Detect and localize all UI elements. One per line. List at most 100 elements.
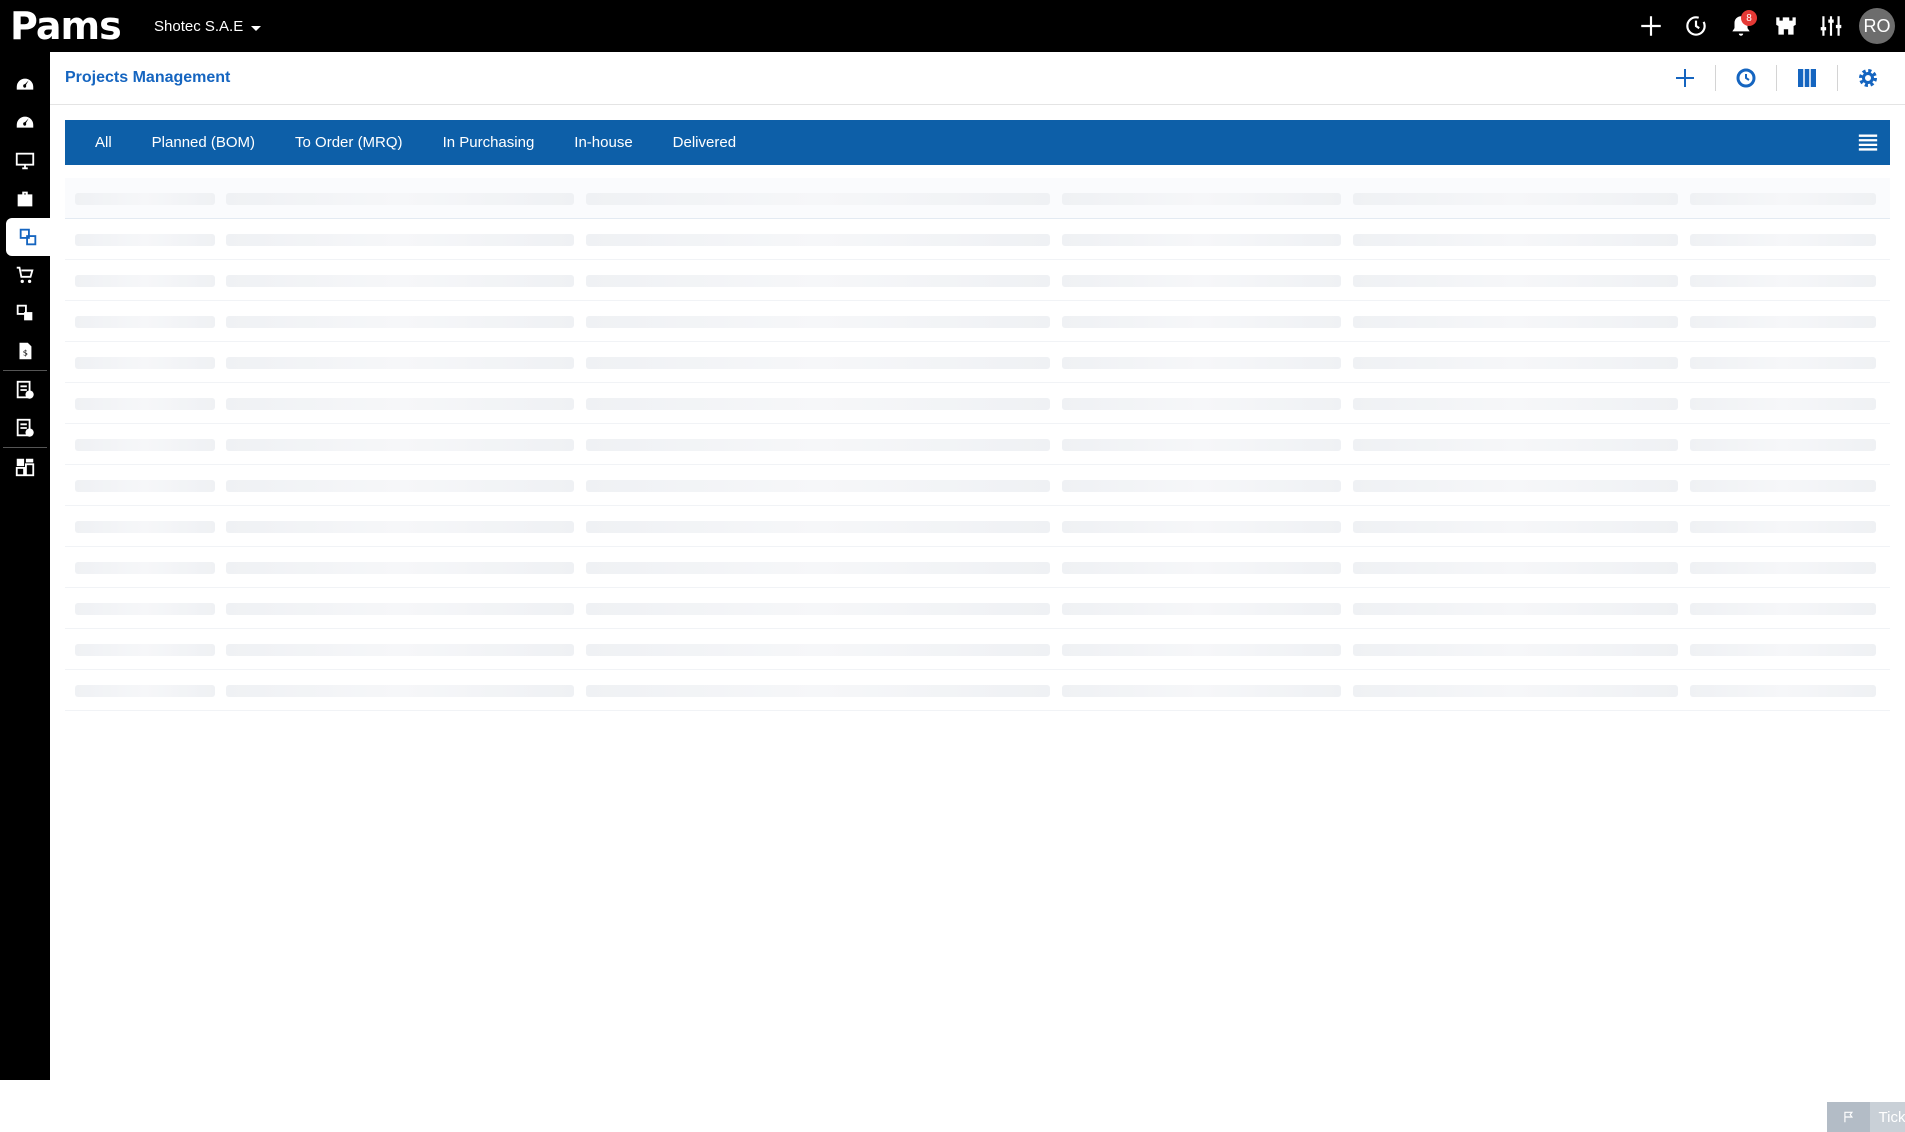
tickets-widget[interactable]: Tickets	[1827, 1102, 1905, 1132]
skeleton-cell	[75, 562, 215, 574]
list-view-button[interactable]	[1845, 120, 1890, 165]
header-separator	[1837, 65, 1838, 91]
plus-icon	[1676, 69, 1694, 87]
skeleton-cell	[586, 398, 1050, 410]
skeleton-cell	[226, 644, 574, 656]
skeleton-cell	[1353, 234, 1678, 246]
skeleton-cell	[1062, 357, 1341, 369]
table-row-placeholder	[65, 219, 1890, 260]
skeleton-cell	[586, 603, 1050, 615]
sidebar-item-approved-docs[interactable]	[0, 371, 50, 409]
table-row-placeholder	[65, 383, 1890, 424]
skeleton-cell	[1062, 685, 1341, 697]
sidebar-item-briefcase[interactable]	[0, 180, 50, 218]
skeleton-cell	[586, 439, 1050, 451]
skeleton-cell	[75, 644, 215, 656]
tab-all[interactable]: All	[80, 120, 132, 165]
add-project-button[interactable]	[1660, 58, 1710, 98]
sidebar-item-dashboard-2[interactable]	[0, 104, 50, 142]
inventory-icon	[16, 304, 33, 321]
main-content: Projects Management All Planned (BOM) To…	[50, 52, 1905, 1132]
header-actions	[1660, 58, 1905, 98]
table-row-placeholder	[65, 260, 1890, 301]
table-row-placeholder	[65, 506, 1890, 547]
header-separator	[1776, 65, 1777, 91]
sliders-icon	[1820, 16, 1841, 36]
columns-button[interactable]	[1782, 58, 1832, 98]
store-button[interactable]	[1763, 0, 1808, 52]
table-row-placeholder	[65, 547, 1890, 588]
table-row-placeholder	[65, 424, 1890, 465]
quick-add-button[interactable]	[1628, 0, 1673, 52]
history-button[interactable]	[1673, 0, 1718, 52]
skeleton-cell	[1062, 562, 1341, 574]
sidebar-item-cart[interactable]	[0, 256, 50, 294]
skeleton-cell	[226, 562, 574, 574]
skeleton-cell	[75, 603, 215, 615]
user-avatar[interactable]: RO	[1859, 8, 1895, 44]
skeleton-cell	[1062, 603, 1341, 615]
tab-to-order-mrq[interactable]: To Order (MRQ)	[275, 120, 423, 165]
page-settings-button[interactable]	[1843, 58, 1893, 98]
sidebar-item-projects[interactable]	[6, 218, 50, 256]
page-header: Projects Management	[50, 52, 1905, 105]
tickets-label: Tickets	[1870, 1102, 1905, 1132]
skeleton-cell	[1353, 603, 1678, 615]
tab-in-house[interactable]: In-house	[554, 120, 652, 165]
skeleton-cell	[586, 275, 1050, 287]
tab-delivered[interactable]: Delivered	[653, 120, 756, 165]
skeleton-cell	[1353, 193, 1678, 205]
skeleton-cell	[1690, 480, 1876, 492]
speedometer-icon	[16, 116, 34, 128]
skeleton-cell	[1353, 521, 1678, 533]
sidebar-item-reports[interactable]	[0, 448, 50, 486]
skeleton-cell	[75, 480, 215, 492]
skeleton-cell	[75, 193, 215, 205]
skeleton-cell	[1353, 398, 1678, 410]
grid-report-icon	[15, 458, 35, 477]
tab-in-purchasing[interactable]: In Purchasing	[423, 120, 555, 165]
skeleton-cell	[1690, 439, 1876, 451]
table-row-placeholder	[65, 465, 1890, 506]
skeleton-cell	[1062, 316, 1341, 328]
chevron-down-icon	[251, 25, 262, 31]
skeleton-cell	[226, 357, 574, 369]
skeleton-cell	[226, 685, 574, 697]
history-icon	[1685, 16, 1706, 36]
skeleton-cell	[586, 644, 1050, 656]
skeleton-cell	[226, 398, 574, 410]
sidebar-item-dashboard[interactable]	[0, 66, 50, 104]
sidebar-item-monitor[interactable]	[0, 142, 50, 180]
skeleton-cell	[1353, 480, 1678, 492]
skeleton-cell	[226, 521, 574, 533]
refresh-icon	[1736, 68, 1756, 88]
projects-table-loading	[65, 178, 1890, 711]
sidebar-item-finance[interactable]: $	[0, 332, 50, 370]
settings-sliders-button[interactable]	[1808, 0, 1853, 52]
skeleton-cell	[1062, 480, 1341, 492]
skeleton-cell	[75, 521, 215, 533]
skeleton-cell	[586, 234, 1050, 246]
skeleton-cell	[226, 275, 574, 287]
svg-text:$: $	[23, 348, 28, 358]
company-selector[interactable]: Shotec S.A.E	[154, 18, 262, 35]
skeleton-cell	[226, 234, 574, 246]
notifications-button[interactable]: 8	[1718, 0, 1763, 52]
invoice-dollar-icon: $	[19, 342, 32, 360]
app-logo[interactable]: Pams	[0, 0, 135, 52]
notification-badge: 8	[1741, 10, 1757, 26]
skeleton-cell	[1353, 562, 1678, 574]
skeleton-cell	[226, 480, 574, 492]
skeleton-cell	[1690, 316, 1876, 328]
sidebar-item-rejected-docs[interactable]	[0, 409, 50, 447]
table-row-placeholder	[65, 670, 1890, 711]
skeleton-cell	[1690, 357, 1876, 369]
skeleton-cell	[1062, 644, 1341, 656]
tab-planned-bom[interactable]: Planned (BOM)	[132, 120, 275, 165]
skeleton-cell	[586, 521, 1050, 533]
sidebar-item-inventory[interactable]	[0, 294, 50, 332]
refresh-button[interactable]	[1721, 58, 1771, 98]
skeleton-cell	[1690, 193, 1876, 205]
top-bar: Pams Shotec S.A.E 8 RO	[0, 0, 1905, 52]
skeleton-cell	[1353, 316, 1678, 328]
